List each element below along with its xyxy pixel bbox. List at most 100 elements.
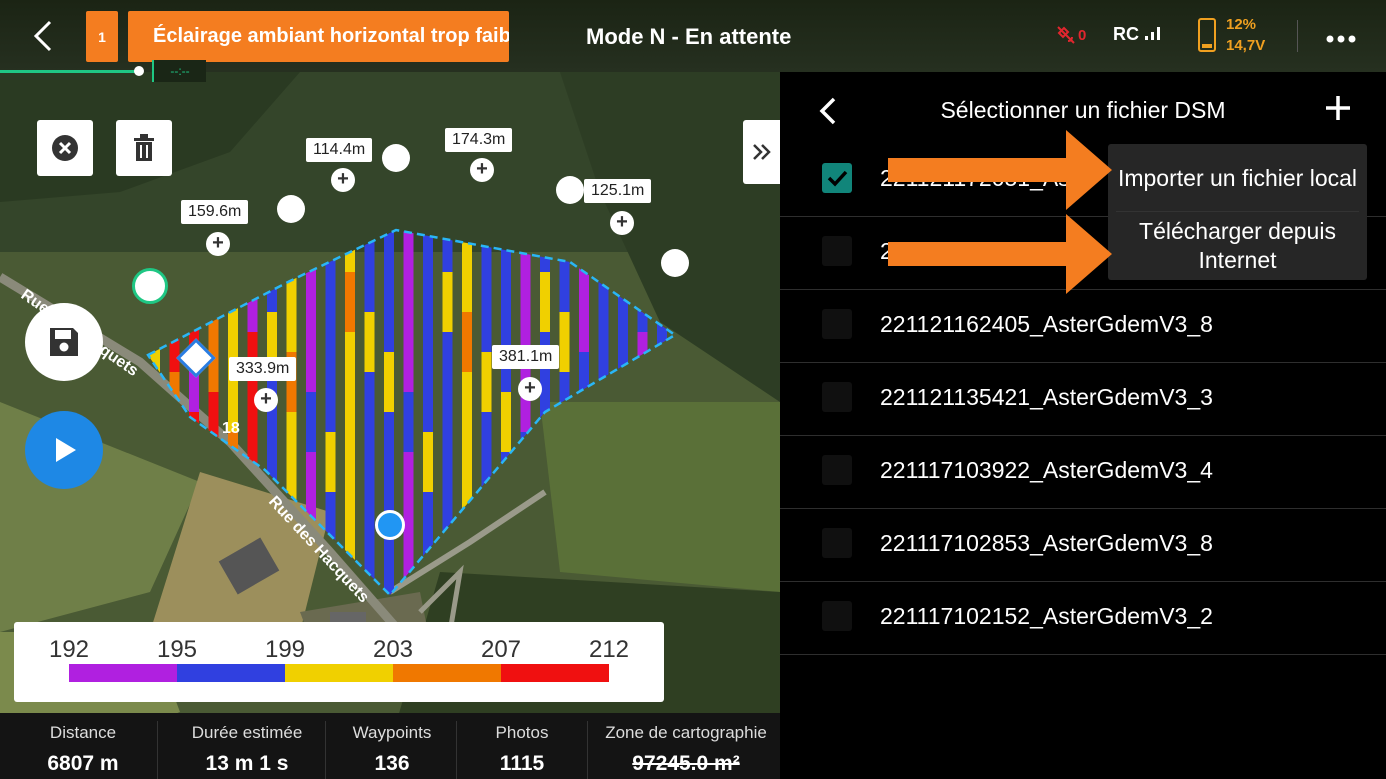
flight-mode-status: Mode N - En attente [586,24,792,49]
vertex-handle[interactable] [277,195,305,223]
rc-signal-indicator: RC [1113,24,1162,45]
stat-value: 1115 [499,752,545,775]
battery-icon [1198,18,1216,52]
flight-strip-segment [423,432,433,492]
mission-progress-bar [0,70,140,73]
flight-strip-segment [364,312,375,372]
add-file-menu: Importer un fichier local Télécharger de… [1108,144,1367,280]
battery-voltage: 14,7V [1226,37,1266,54]
dsm-file-row[interactable]: 221117102152_AsterGdemV3_2 [780,582,1386,655]
legend-color-segment [393,664,501,682]
vertex-handle[interactable] [132,268,168,304]
play-icon [56,438,76,462]
checkbox-checked-icon[interactable] [822,163,852,193]
chevron-left-icon [33,20,52,52]
add-point-icon[interactable]: + [470,158,494,182]
start-point-marker[interactable] [375,510,405,540]
flight-strip-segment [384,352,394,412]
flight-strip-segment [540,272,550,332]
flight-strip-segment [325,432,336,492]
distance-label: 174.3m [445,128,513,152]
distance-label: 159.6m [181,200,249,224]
dsm-file-name: 221117102152_AsterGdemV3_2 [880,603,1213,629]
gps-signal-indicator: 0 [1056,25,1086,50]
legend-color-segment [69,664,177,682]
back-button[interactable] [28,18,62,54]
flight-strip-segment [442,272,453,332]
flight-strip-segment [345,272,355,332]
dsm-file-name: 221117102853_AsterGdemV3_8 [880,530,1213,556]
stat-waypoints: Waypoints 136 [326,713,458,779]
add-point-icon[interactable]: + [254,388,278,412]
flight-strip-segment [462,312,472,372]
progress-handle [134,66,144,76]
dsm-file-row[interactable]: 221121162405_AsterGdemV3_8 [780,290,1386,363]
flight-strip-segment [501,392,511,452]
delete-button[interactable] [116,120,172,176]
legend-color-segment [285,664,393,682]
close-mission-button[interactable] [37,120,93,176]
mission-stats-bar: Distance 6807 m Durée estimée 13 m 1 s W… [0,713,780,779]
import-local-file-option[interactable]: Importer un fichier local [1108,144,1367,212]
add-point-icon[interactable]: + [610,211,634,235]
dsm-file-name: 221121162405_AsterGdemV3_8 [880,311,1213,337]
add-point-icon[interactable]: + [206,232,230,256]
flight-strip-segment [403,392,414,452]
stat-value: 97245.0 m² [632,752,740,775]
stat-label: Photos [495,723,549,742]
checkbox-icon[interactable] [822,382,852,412]
legend-tick: 207 [480,636,522,663]
distance-label: 381.1m [492,345,560,369]
close-circle-icon [52,135,78,161]
stat-duration: Durée estimée 13 m 1 s [158,713,336,779]
dsm-file-row[interactable]: 221121135421_AsterGdemV3_3 [780,363,1386,436]
stat-value: 136 [374,752,410,775]
warning-count-badge[interactable]: 1 [86,11,118,62]
vertex-handle[interactable] [382,144,410,172]
waypoint-number: 18 [222,420,240,437]
battery-percent: 12% [1226,16,1257,33]
flight-strip-segment [306,392,316,452]
checkbox-icon[interactable] [822,309,852,339]
distance-label: 125.1m [584,179,652,203]
start-mission-button[interactable] [25,411,103,489]
satellite-off-icon [1057,26,1075,44]
stat-value: 13 m 1 s [205,752,289,775]
stat-value: 6807 m [47,752,119,775]
warning-message-button[interactable]: Éclairage ambiant horizontal trop faible [128,11,509,62]
legend-tick: 195 [156,636,198,663]
checkbox-icon[interactable] [822,236,852,266]
legend-tick: 199 [264,636,306,663]
stat-photos: Photos 1115 [457,713,587,779]
top-status-bar: 1 Éclairage ambiant horizontal trop faib… [0,0,1386,82]
flight-strip-segment [559,312,570,372]
rc-label: RC [1113,24,1139,44]
download-internet-option[interactable]: Télécharger depuis Internet [1108,212,1367,280]
add-file-button[interactable] [1324,94,1352,127]
checkbox-icon[interactable] [822,455,852,485]
more-menu-button[interactable] [1326,20,1356,51]
add-point-icon[interactable]: + [518,377,542,401]
checkbox-icon[interactable] [822,528,852,558]
vertex-handle[interactable] [661,249,689,277]
dsm-file-row[interactable]: 221117102853_AsterGdemV3_8 [780,509,1386,582]
dsm-file-row[interactable]: 221117103922_AsterGdemV3_4 [780,436,1386,509]
expand-panel-button[interactable] [743,120,780,184]
save-icon [50,328,78,356]
signal-bars-icon [1145,27,1161,40]
dsm-file-name: 221117103922_AsterGdemV3_4 [880,457,1213,483]
checkbox-icon[interactable] [822,601,852,631]
more-dots-icon [1326,35,1356,43]
annotation-arrow-icon [888,214,1112,294]
dsm-file-name: 221121135421_AsterGdemV3_3 [880,384,1213,410]
stat-mapping-area: Zone de cartographie 97245.0 m² [588,713,784,779]
add-point-icon[interactable]: + [331,168,355,192]
gps-count: 0 [1078,27,1087,44]
legend-color-segment [177,664,285,682]
stat-label: Durée estimée [191,723,303,742]
vertex-handle[interactable] [556,176,584,204]
plus-icon [1326,96,1350,120]
flight-strip [364,230,375,595]
progress-time-label: --:-- [152,60,206,82]
save-button[interactable] [25,303,103,381]
